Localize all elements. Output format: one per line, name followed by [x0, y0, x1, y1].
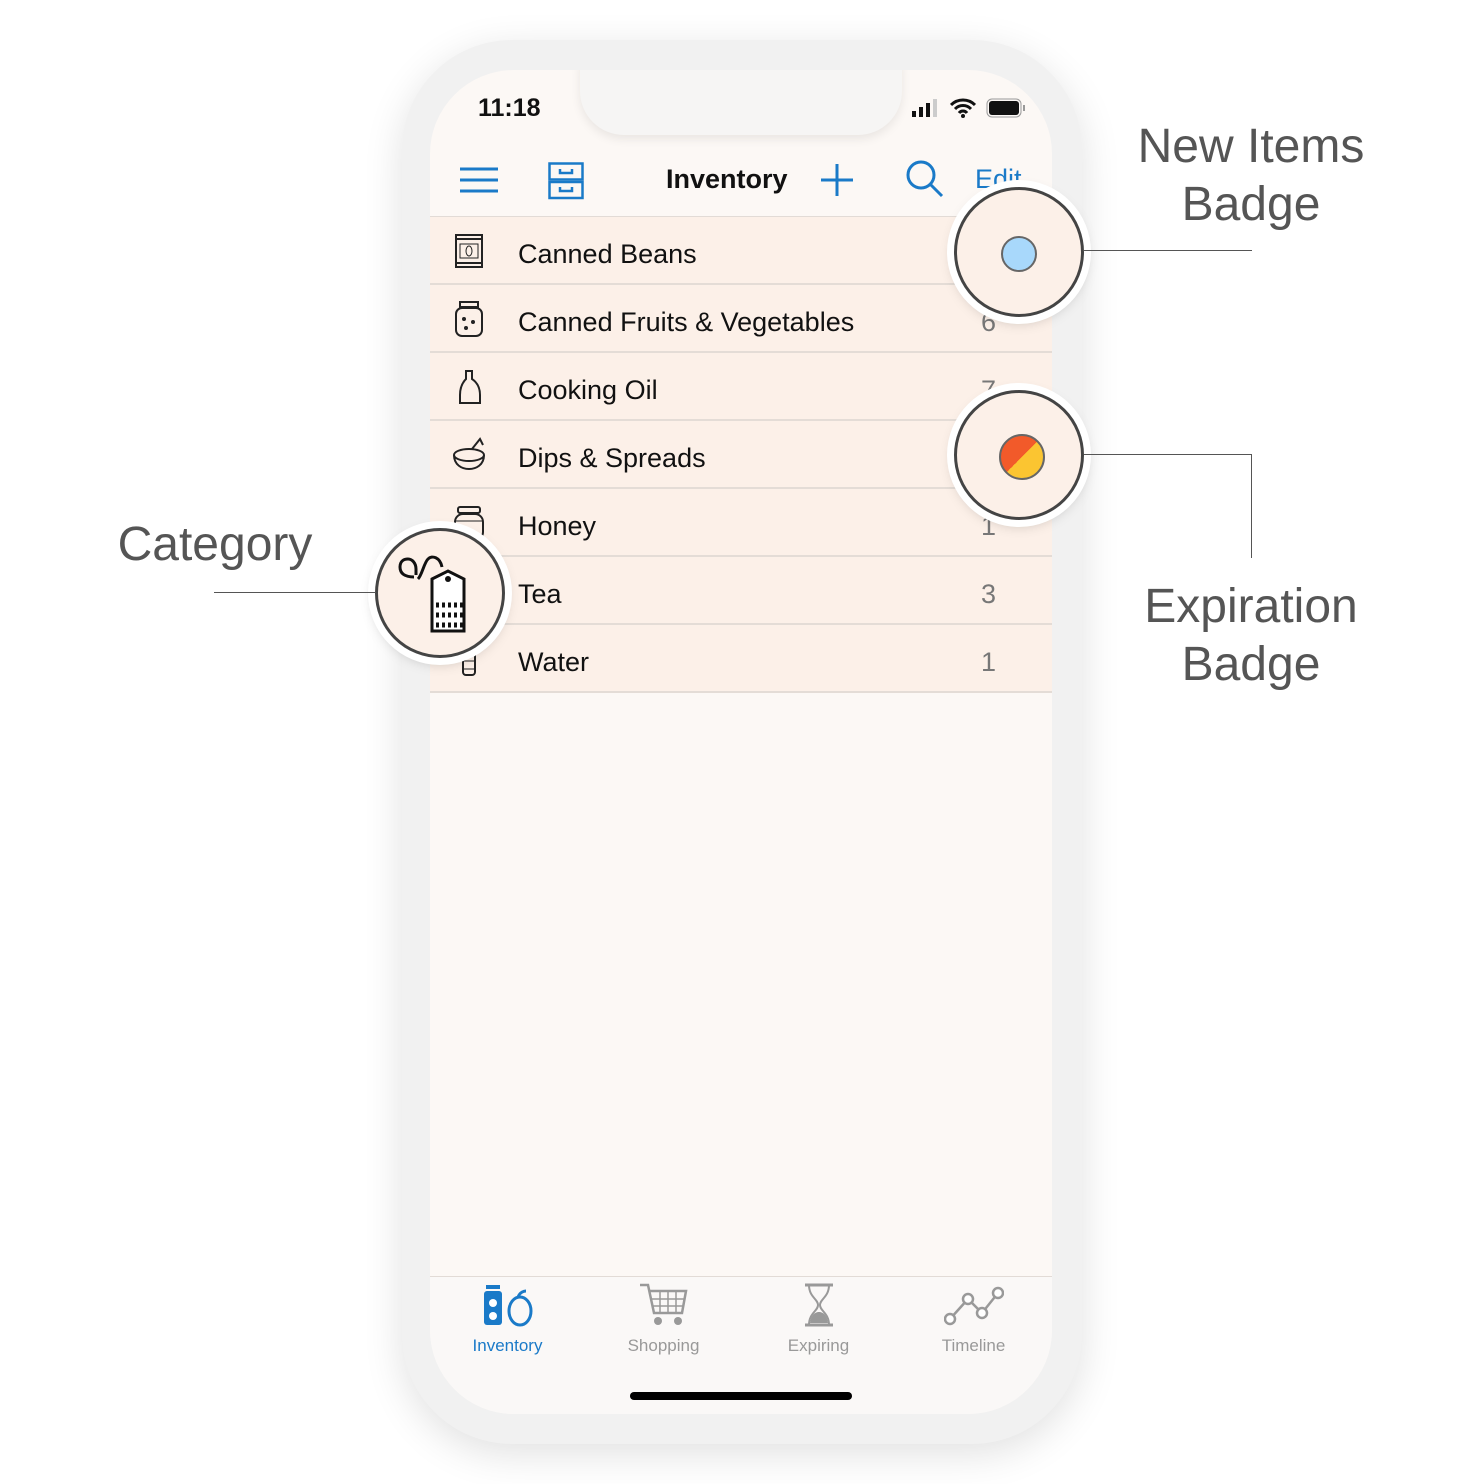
notch: [580, 70, 902, 135]
callout-new-items: New Items Badge: [1137, 120, 1365, 231]
bowl-icon: [453, 437, 485, 471]
item-count: 1: [980, 511, 996, 541]
nav-bar: Inventory Edit: [430, 150, 1052, 216]
tab-label: Shopping: [627, 1336, 700, 1355]
search-icon[interactable]: [906, 160, 944, 198]
tab-shopping[interactable]: Shopping: [586, 1283, 741, 1356]
category-row[interactable]: Canned Fruits & Vegetables 6: [430, 285, 1052, 353]
drawers-icon[interactable]: [548, 162, 584, 200]
callout-line: [1251, 454, 1252, 558]
item-count: 3: [980, 579, 996, 609]
category-label: Water: [518, 647, 590, 677]
menu-icon[interactable]: [460, 166, 498, 194]
tab-expiring[interactable]: Expiring: [741, 1283, 896, 1356]
category-row[interactable]: Cooking Oil 7: [430, 353, 1052, 421]
category-row[interactable]: Honey 1: [430, 489, 1052, 557]
jar-icon: [455, 301, 483, 337]
callout-expiration: Expiration Badge: [1144, 580, 1358, 691]
timeline-icon: [943, 1286, 1004, 1326]
tab-timeline[interactable]: Timeline: [896, 1283, 1051, 1356]
tea-bag-icon: [398, 555, 466, 633]
new-items-badge-magnifier: [954, 187, 1084, 317]
category-label: Canned Fruits & Vegetables: [518, 307, 855, 337]
status-icons: [912, 98, 1026, 118]
battery-icon: [986, 98, 1025, 118]
cart-icon: [639, 1283, 687, 1325]
callout-line: [1084, 454, 1252, 455]
category-icon-magnifier: [375, 528, 505, 658]
oil-bottle-icon: [459, 370, 481, 404]
wifi-icon: [950, 98, 976, 118]
signal-icon: [912, 99, 937, 117]
tab-label: Inventory: [472, 1336, 543, 1355]
expiration-badge-magnifier: [954, 390, 1084, 520]
tab-inventory[interactable]: Inventory: [430, 1283, 585, 1356]
status-time: 11:18: [478, 94, 541, 122]
category-label: Tea: [518, 579, 562, 609]
tab-label: Expiring: [787, 1336, 850, 1355]
callout-category: Category: [117, 518, 313, 571]
tab-label: Timeline: [941, 1336, 1006, 1355]
category-row[interactable]: Tea 3: [430, 557, 1052, 625]
category-row[interactable]: Water 1: [430, 625, 1052, 693]
new-items-badge: [1001, 236, 1037, 272]
can-icon: [455, 234, 483, 268]
callout-line: [214, 592, 376, 593]
plus-icon[interactable]: [821, 164, 853, 196]
page-title: Inventory: [666, 164, 788, 194]
hourglass-icon: [804, 1283, 833, 1327]
home-indicator[interactable]: [630, 1392, 852, 1400]
category-label: Honey: [518, 511, 597, 541]
category-label: Canned Beans: [518, 239, 697, 269]
callout-line: [1084, 250, 1252, 251]
item-count: 1: [980, 647, 996, 677]
expiration-badge: [999, 434, 1045, 480]
inventory-icon: [483, 1285, 532, 1327]
category-label: Cooking Oil: [518, 375, 658, 405]
category-label: Dips & Spreads: [518, 443, 706, 473]
